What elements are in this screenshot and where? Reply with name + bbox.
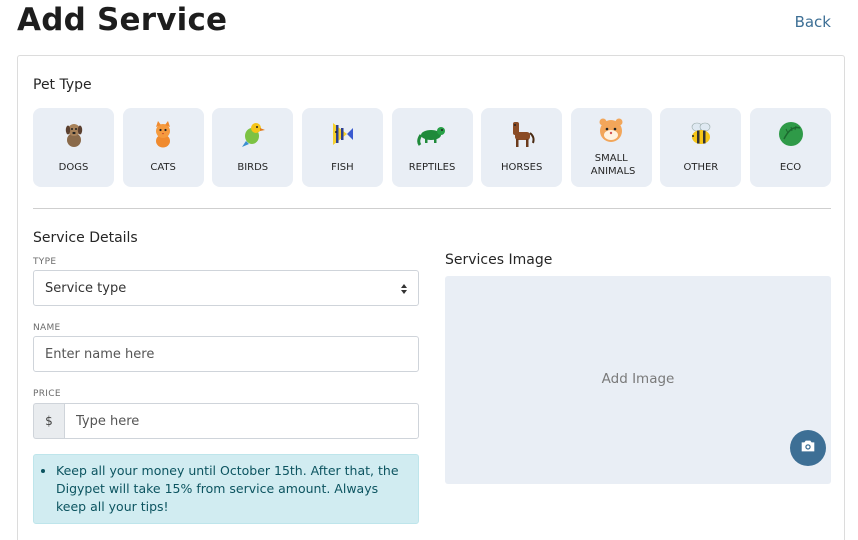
name-caption: NAME (33, 323, 61, 333)
pet-label: DOGS (58, 162, 89, 173)
price-input[interactable] (64, 403, 419, 439)
add-service-card: Pet Type DOGS CATS BIRDS FISH REPTILES H… (17, 55, 845, 540)
bird-icon (238, 119, 268, 149)
camera-icon (799, 437, 817, 459)
pet-tile-horses[interactable]: HORSES (481, 108, 563, 187)
page-title: Add Service (17, 2, 228, 38)
price-caption: PRICE (33, 389, 61, 399)
pet-tile-dogs[interactable]: DOGS (33, 108, 114, 187)
pet-label: ECO (779, 162, 802, 173)
service-type-select[interactable]: Service type (33, 270, 419, 306)
service-name-input[interactable] (33, 336, 419, 372)
service-details-heading: Service Details (33, 230, 138, 246)
currency-prefix: $ (33, 403, 64, 439)
pet-tile-small-animals[interactable]: SMALL ANIMALS (570, 108, 652, 187)
fish-icon (327, 119, 357, 149)
pet-label: REPTILES (408, 162, 456, 173)
fee-notice-text: Keep all your money until October 15th. … (56, 462, 410, 516)
add-image-text: Add Image (601, 371, 675, 387)
pet-label: BIRDS (237, 162, 269, 173)
pet-label: CATS (150, 162, 176, 173)
price-input-group: $ (33, 403, 419, 439)
pet-label: HORSES (500, 162, 543, 173)
bee-icon (686, 119, 716, 149)
reptile-icon (417, 119, 447, 149)
pet-type-heading: Pet Type (33, 77, 92, 93)
image-upload-area[interactable]: Add Image (445, 276, 831, 484)
pet-tile-birds[interactable]: BIRDS (212, 108, 294, 187)
services-image-heading: Services Image (445, 252, 553, 268)
pet-label: OTHER (683, 162, 719, 173)
pet-tile-reptiles[interactable]: REPTILES (391, 108, 473, 187)
back-link[interactable]: Back (795, 13, 831, 31)
section-divider (33, 208, 831, 209)
pet-tile-other[interactable]: OTHER (660, 108, 742, 187)
leaf-icon (776, 119, 806, 149)
fee-notice: Keep all your money until October 15th. … (33, 454, 419, 524)
hamster-icon (596, 116, 626, 146)
select-arrows-icon (400, 283, 408, 295)
service-type-value: Service type (45, 280, 127, 296)
pet-label: SMALL ANIMALS (590, 153, 636, 177)
cat-icon (148, 119, 178, 149)
pet-type-selector: DOGS CATS BIRDS FISH REPTILES HORSES SMA… (33, 108, 831, 188)
pet-label: FISH (331, 162, 354, 173)
type-caption: TYPE (33, 257, 57, 267)
horse-icon (507, 119, 537, 149)
pet-tile-cats[interactable]: CATS (122, 108, 204, 187)
dog-icon (59, 119, 89, 149)
pet-tile-fish[interactable]: FISH (301, 108, 383, 187)
pet-tile-eco[interactable]: ECO (750, 108, 831, 187)
upload-image-button[interactable] (790, 430, 826, 466)
